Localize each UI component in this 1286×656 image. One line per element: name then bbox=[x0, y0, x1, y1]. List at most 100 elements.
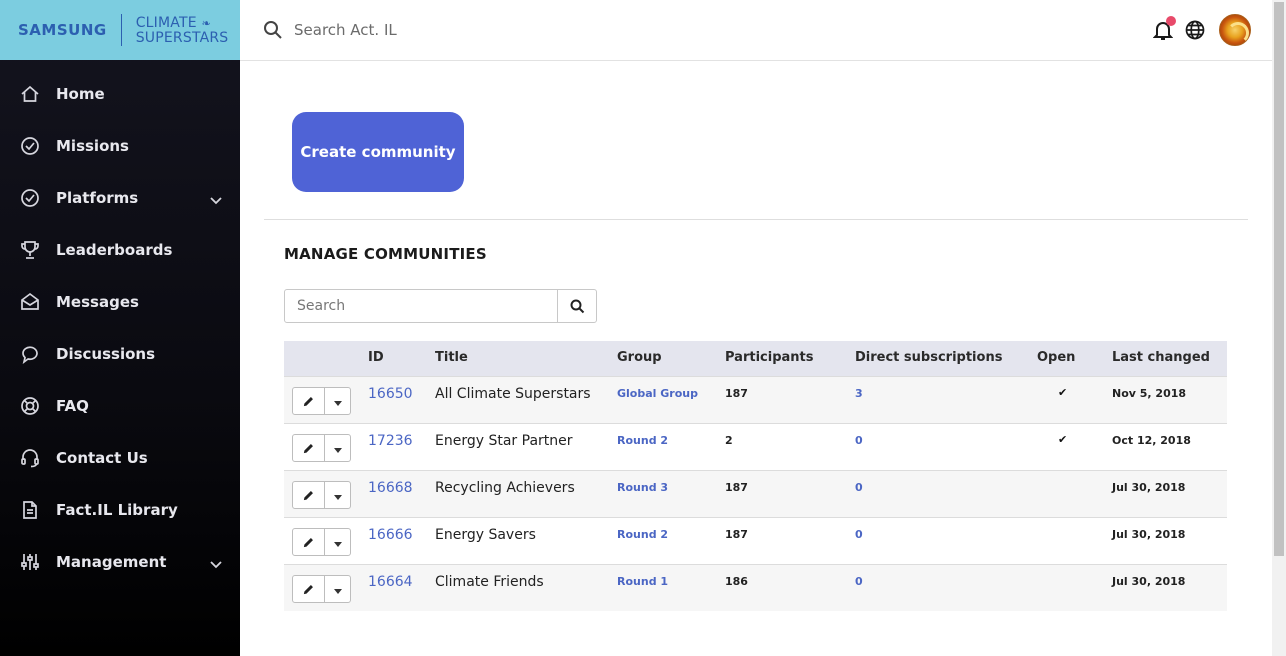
brand-divider bbox=[120, 14, 122, 46]
sidebar-item-label: Leaderboards bbox=[56, 241, 173, 259]
header-direct-subscriptions[interactable]: Direct subscriptions bbox=[855, 350, 1002, 365]
leaf-icon: ❧ bbox=[201, 16, 211, 30]
community-search-input[interactable] bbox=[284, 289, 558, 323]
cell-title: Energy Star Partner bbox=[435, 433, 573, 449]
cell-group[interactable]: Round 3 bbox=[617, 481, 668, 494]
check-circle-icon bbox=[20, 188, 40, 208]
cell-direct-subscriptions[interactable]: 0 bbox=[855, 434, 863, 447]
sidebar-item-label: Management bbox=[56, 553, 167, 571]
cell-direct-subscriptions[interactable]: 0 bbox=[855, 481, 863, 494]
table-row: 16664 Climate Friends Round 1 186 0 Jul … bbox=[284, 564, 1227, 611]
search-icon[interactable] bbox=[263, 20, 283, 45]
create-community-button[interactable]: Create community bbox=[292, 112, 464, 192]
row-actions-dropdown[interactable] bbox=[324, 575, 351, 603]
caret-down-icon bbox=[333, 588, 342, 594]
global-search-input[interactable] bbox=[294, 19, 594, 41]
pencil-icon bbox=[303, 443, 313, 453]
sidebar-item-discussions[interactable]: Discussions bbox=[0, 334, 240, 374]
pencil-icon bbox=[303, 396, 313, 406]
cell-group[interactable]: Global Group bbox=[617, 387, 698, 400]
top-bar bbox=[240, 0, 1272, 61]
caret-down-icon bbox=[333, 400, 342, 406]
search-icon bbox=[570, 299, 584, 313]
cell-group[interactable]: Round 1 bbox=[617, 575, 668, 588]
header-group[interactable]: Group bbox=[617, 350, 662, 365]
cell-title: Climate Friends bbox=[435, 574, 544, 590]
home-icon bbox=[20, 84, 40, 104]
communities-table: ID Title Group Participants Direct subsc… bbox=[284, 341, 1227, 611]
pencil-icon bbox=[303, 584, 313, 594]
notification-badge bbox=[1166, 16, 1176, 26]
cell-id[interactable]: 16666 bbox=[368, 527, 413, 543]
sidebar-item-missions[interactable]: Missions bbox=[0, 126, 240, 166]
cell-title: Energy Savers bbox=[435, 527, 536, 543]
edit-button[interactable] bbox=[292, 387, 325, 415]
sidebar-item-label: Home bbox=[56, 85, 105, 103]
chat-icon bbox=[20, 344, 40, 364]
header-title[interactable]: Title bbox=[435, 350, 468, 365]
cell-id[interactable]: 16668 bbox=[368, 480, 413, 496]
sidebar-item-faq[interactable]: FAQ bbox=[0, 386, 240, 426]
cell-participants: 186 bbox=[725, 575, 748, 588]
section-divider bbox=[264, 219, 1248, 220]
caret-down-icon bbox=[333, 541, 342, 547]
sidebar-item-label: Fact.IL Library bbox=[56, 501, 178, 519]
edit-button[interactable] bbox=[292, 575, 325, 603]
table-row: 17236 Energy Star Partner Round 2 2 0 ✔ … bbox=[284, 423, 1227, 470]
edit-button[interactable] bbox=[292, 481, 325, 509]
samsung-logo-text: SAMSUNG bbox=[18, 21, 107, 39]
cell-direct-subscriptions[interactable]: 0 bbox=[855, 528, 863, 541]
header-id[interactable]: ID bbox=[368, 350, 384, 365]
sidebar-item-management[interactable]: Management bbox=[0, 542, 240, 582]
row-actions-dropdown[interactable] bbox=[324, 387, 351, 415]
cell-direct-subscriptions[interactable]: 3 bbox=[855, 387, 863, 400]
cell-direct-subscriptions[interactable]: 0 bbox=[855, 575, 863, 588]
cell-id[interactable]: 16650 bbox=[368, 386, 413, 402]
manage-communities-title: MANAGE COMMUNITIES bbox=[284, 245, 487, 263]
cell-participants: 2 bbox=[725, 434, 733, 447]
community-search-button[interactable] bbox=[557, 289, 597, 323]
sidebar-item-platforms[interactable]: Platforms bbox=[0, 178, 240, 218]
table-row: 16668 Recycling Achievers Round 3 187 0 … bbox=[284, 470, 1227, 517]
caret-down-icon bbox=[333, 494, 342, 500]
row-actions-dropdown[interactable] bbox=[324, 528, 351, 556]
chevron-down-icon[interactable] bbox=[210, 556, 222, 574]
page-scrollbar-thumb[interactable] bbox=[1274, 2, 1284, 556]
headset-icon bbox=[20, 448, 40, 468]
brand-logo[interactable]: SAMSUNG CLIMATE ❧ SUPERSTARS bbox=[0, 0, 240, 60]
sidebar-item-contact-us[interactable]: Contact Us bbox=[0, 438, 240, 478]
row-actions-dropdown[interactable] bbox=[324, 434, 351, 462]
sidebar-item-messages[interactable]: Messages bbox=[0, 282, 240, 322]
cell-participants: 187 bbox=[725, 528, 748, 541]
cell-group[interactable]: Round 2 bbox=[617, 528, 668, 541]
pencil-icon bbox=[303, 537, 313, 547]
sidebar: SAMSUNG CLIMATE ❧ SUPERSTARS Home Missio… bbox=[0, 0, 240, 656]
header-last-changed[interactable]: Last changed bbox=[1112, 350, 1210, 365]
cell-group[interactable]: Round 2 bbox=[617, 434, 668, 447]
cell-id[interactable]: 17236 bbox=[368, 433, 413, 449]
header-participants[interactable]: Participants bbox=[725, 350, 813, 365]
cell-open-checkmark: ✔ bbox=[1058, 433, 1068, 446]
cell-title: All Climate Superstars bbox=[435, 386, 591, 402]
envelope-icon bbox=[20, 292, 40, 312]
cell-participants: 187 bbox=[725, 387, 748, 400]
cell-id[interactable]: 16664 bbox=[368, 574, 413, 590]
chevron-down-icon[interactable] bbox=[210, 192, 222, 210]
header-open[interactable]: Open bbox=[1037, 350, 1075, 365]
pencil-icon bbox=[303, 490, 313, 500]
cell-title: Recycling Achievers bbox=[435, 480, 575, 496]
globe-icon[interactable] bbox=[1185, 20, 1205, 45]
edit-button[interactable] bbox=[292, 434, 325, 462]
sidebar-item-leaderboards[interactable]: Leaderboards bbox=[0, 230, 240, 270]
cell-last-changed: Jul 30, 2018 bbox=[1112, 481, 1186, 494]
edit-button[interactable] bbox=[292, 528, 325, 556]
sidebar-item-fact-il-library[interactable]: Fact.IL Library bbox=[0, 490, 240, 530]
sidebar-item-home[interactable]: Home bbox=[0, 74, 240, 114]
climate-superstars-logo: CLIMATE ❧ SUPERSTARS bbox=[136, 16, 229, 45]
sidebar-item-label: Messages bbox=[56, 293, 139, 311]
sidebar-item-label: Missions bbox=[56, 137, 129, 155]
row-actions-dropdown[interactable] bbox=[324, 481, 351, 509]
user-avatar[interactable] bbox=[1219, 14, 1251, 46]
brand-line2: SUPERSTARS bbox=[135, 29, 229, 46]
table-header-row: ID Title Group Participants Direct subsc… bbox=[284, 341, 1227, 376]
